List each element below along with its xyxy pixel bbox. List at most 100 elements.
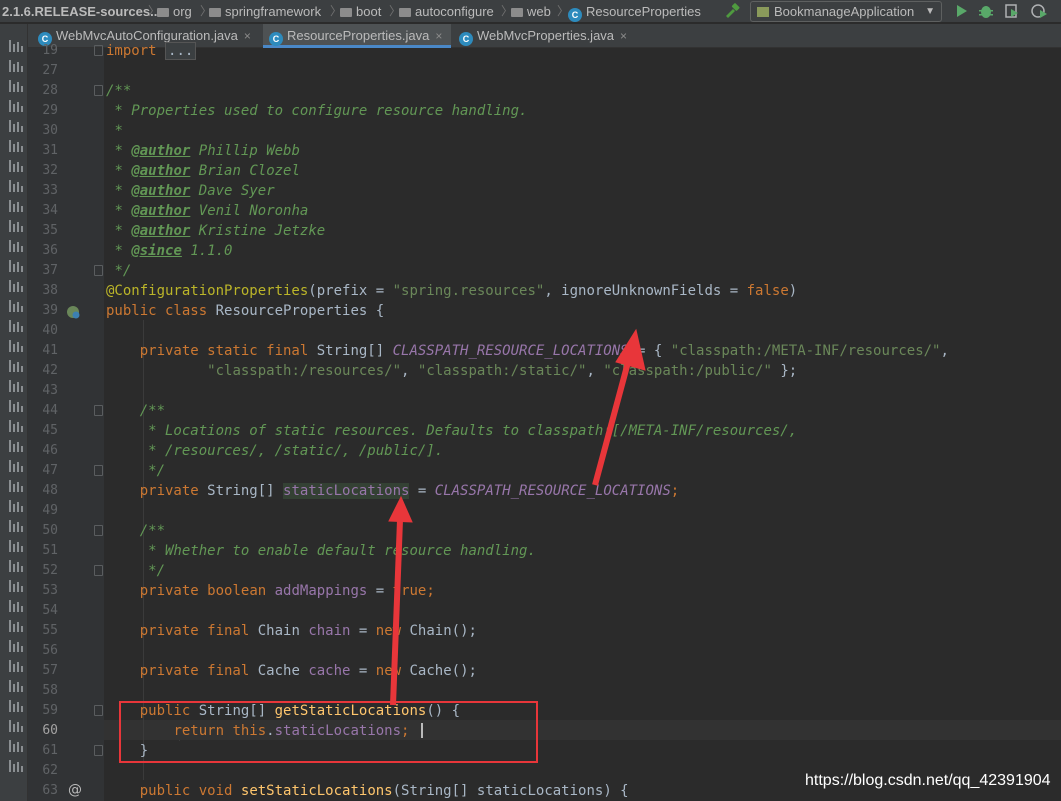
structure-bars-icon[interactable] [9, 620, 23, 632]
close-icon[interactable]: × [435, 29, 442, 43]
structure-bars-icon[interactable] [9, 420, 23, 432]
line-number: 52 [42, 563, 58, 578]
breadcrumb-item-boot[interactable]: boot [340, 3, 381, 20]
close-icon[interactable]: × [620, 29, 627, 43]
tab-resourceproperties[interactable]: C ResourceProperties.java × [263, 24, 451, 48]
breadcrumb-item-web[interactable]: web [511, 3, 551, 20]
fold-toggle-icon[interactable] [94, 705, 103, 716]
code-line: "classpath:/resources/", "classpath:/sta… [207, 363, 798, 379]
folder-icon [340, 8, 352, 17]
code-line: import ... [106, 41, 197, 61]
left-tool-strip [0, 24, 28, 801]
structure-bars-icon[interactable] [9, 720, 23, 732]
structure-bars-icon[interactable] [9, 580, 23, 592]
fold-toggle-icon[interactable] [94, 565, 103, 576]
structure-bars-icon[interactable] [9, 760, 23, 772]
line-number: 61 [42, 743, 58, 758]
fold-toggle-icon[interactable] [94, 465, 103, 476]
build-hammer-icon[interactable] [723, 2, 741, 20]
fold-toggle-icon[interactable] [94, 265, 103, 276]
structure-bars-icon[interactable] [9, 320, 23, 332]
structure-bars-icon[interactable] [9, 740, 23, 752]
line-number: 29 [42, 103, 58, 118]
run-icon[interactable] [952, 2, 970, 20]
debug-icon[interactable] [977, 2, 995, 20]
structure-bars-icon[interactable] [9, 300, 23, 312]
fold-toggle-icon[interactable] [94, 85, 103, 96]
breadcrumb-item-springframework[interactable]: springframework [209, 3, 321, 20]
structure-bars-icon[interactable] [9, 680, 23, 692]
code-line: * Properties used to configure resource … [106, 103, 528, 119]
fold-toggle-icon[interactable] [94, 45, 103, 56]
code-line: * @author Phillip Webb [114, 143, 300, 159]
fold-toggle-icon[interactable] [94, 525, 103, 536]
breadcrumb-jar[interactable]: 2.1.6.RELEASE-sources... [2, 3, 161, 20]
line-number: 39 [42, 303, 58, 318]
line-number: 58 [42, 683, 58, 698]
structure-bars-icon[interactable] [9, 600, 23, 612]
structure-bars-icon[interactable] [9, 100, 23, 112]
coverage-icon[interactable] [1003, 2, 1021, 20]
code-line: private String[] staticLocations = CLASS… [139, 483, 680, 499]
line-number: 35 [42, 223, 58, 238]
line-number: 45 [42, 423, 58, 438]
structure-bars-icon[interactable] [9, 60, 23, 72]
folder-icon [209, 8, 221, 17]
structure-bars-icon[interactable] [9, 340, 23, 352]
structure-bars-icon[interactable] [9, 180, 23, 192]
line-number: 53 [42, 583, 58, 598]
line-number: 48 [42, 483, 58, 498]
ide-window: 2.1.6.RELEASE-sources... 〉 org 〉 springf… [0, 0, 1061, 801]
structure-bars-icon[interactable] [9, 400, 23, 412]
breadcrumb-item-class[interactable]: C ResourceProperties [568, 3, 701, 22]
structure-bars-icon[interactable] [9, 220, 23, 232]
code-line: /** [139, 403, 166, 419]
class-icon: C [459, 32, 473, 46]
structure-bars-icon[interactable] [9, 560, 23, 572]
code-line: /** [106, 83, 132, 99]
breadcrumb-item-autoconfigure[interactable]: autoconfigure [399, 3, 494, 20]
run-configuration-select[interactable]: BookmanageApplication ▼ [750, 1, 942, 22]
structure-bars-icon[interactable] [9, 200, 23, 212]
code-line: */ [114, 263, 132, 279]
structure-bars-icon[interactable] [9, 260, 23, 272]
structure-bars-icon[interactable] [9, 140, 23, 152]
code-line: * Whether to enable default resource han… [139, 543, 536, 559]
structure-bars-icon[interactable] [9, 240, 23, 252]
line-number: 42 [42, 363, 58, 378]
code-line: * Locations of static resources. Default… [139, 423, 798, 439]
line-number: 34 [42, 203, 58, 218]
code-line: /** [139, 523, 166, 539]
structure-bars-icon[interactable] [9, 120, 23, 132]
profile-icon[interactable] [1030, 2, 1048, 20]
tab-webmvcproperties[interactable]: C WebMvcProperties.java × [453, 24, 643, 48]
structure-bars-icon[interactable] [9, 500, 23, 512]
code-line: public class ResourceProperties { [106, 303, 385, 319]
close-icon[interactable]: × [244, 29, 251, 43]
structure-bars-icon[interactable] [9, 40, 23, 52]
structure-bars-icon[interactable] [9, 460, 23, 472]
breadcrumb-item-org[interactable]: org [157, 3, 192, 20]
structure-bars-icon[interactable] [9, 660, 23, 672]
code-line: @ConfigurationProperties(prefix = "sprin… [106, 283, 798, 299]
line-number: 54 [42, 603, 58, 618]
fold-toggle-icon[interactable] [94, 405, 103, 416]
structure-bars-icon[interactable] [9, 440, 23, 452]
structure-bars-icon[interactable] [9, 640, 23, 652]
code-line: * @author Venil Noronha [114, 203, 309, 219]
structure-bars-icon[interactable] [9, 540, 23, 552]
structure-bars-icon[interactable] [9, 520, 23, 532]
class-icon: C [568, 8, 582, 22]
line-number: 46 [42, 443, 58, 458]
override-marker-icon[interactable]: @ [68, 782, 82, 798]
structure-bars-icon[interactable] [9, 80, 23, 92]
structure-bars-icon[interactable] [9, 480, 23, 492]
line-number: 60 [42, 723, 58, 738]
structure-bars-icon[interactable] [9, 360, 23, 372]
structure-bars-icon[interactable] [9, 160, 23, 172]
fold-toggle-icon[interactable] [94, 745, 103, 756]
structure-bars-icon[interactable] [9, 380, 23, 392]
structure-bars-icon[interactable] [9, 280, 23, 292]
structure-bars-icon[interactable] [9, 700, 23, 712]
spring-bean-icon[interactable] [65, 304, 81, 320]
